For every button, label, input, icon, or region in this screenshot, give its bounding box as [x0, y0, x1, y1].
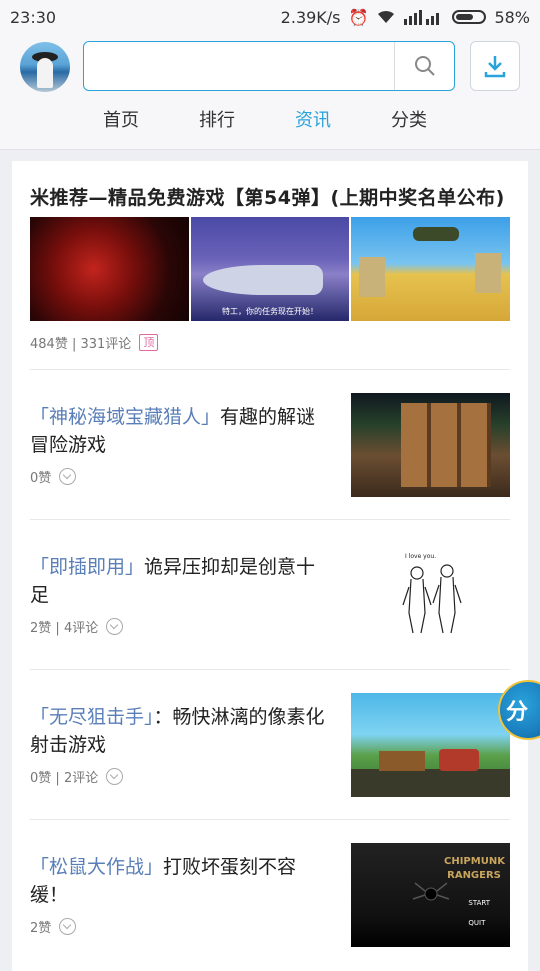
article-meta: 0赞 [30, 467, 77, 486]
download-circle-icon[interactable] [106, 618, 124, 635]
article-thumbnail[interactable] [351, 393, 510, 497]
pixel-car [439, 749, 479, 771]
tab-category[interactable]: 分类 [391, 106, 427, 132]
top-tag: 顶 [139, 334, 159, 351]
likes-count: 0赞 [30, 771, 52, 786]
article-meta: 2赞 | 4评论 [30, 617, 124, 636]
likes-count: 484赞 [30, 337, 68, 352]
crate-shape [475, 253, 502, 293]
search-input[interactable] [84, 42, 394, 90]
network-speed: 2.39K/s [280, 7, 341, 27]
download-circle-icon[interactable] [106, 768, 124, 785]
featured-images[interactable]: 特工，你的任务现在开始！ [30, 217, 511, 321]
article-thumbnail[interactable]: I love you. [351, 543, 510, 647]
search-icon [414, 56, 435, 76]
avatar-figure [37, 58, 53, 88]
comments-count: 4评论 [63, 621, 99, 636]
tab-home[interactable]: 首页 [103, 106, 139, 132]
wifi-icon [378, 10, 395, 23]
article-thumbnail[interactable]: CHIPMUNK RANGERS START QUIT [351, 843, 510, 947]
status-bar: 23:30 2.39K/s ⏰ 58% [0, 0, 540, 34]
featured-image-1 [30, 217, 189, 321]
search-button[interactable] [394, 42, 454, 90]
featured-image-2: 特工，你的任务现在开始！ [190, 217, 350, 321]
article-thumbnail[interactable] [351, 693, 510, 797]
game-logo: CHIPMUNK RANGERS [444, 856, 505, 881]
article-meta: 2赞 [30, 917, 77, 936]
download-circle-icon[interactable] [59, 468, 77, 485]
download-icon [484, 56, 506, 78]
divider [30, 819, 510, 820]
featured-title[interactable]: 米推荐—精品免费游戏【第54弹】(上期中奖名单公布) [30, 183, 505, 210]
article-title[interactable]: 「松鼠大作战」打败坏蛋刻不容缓！ [30, 853, 330, 909]
search-box [83, 41, 455, 91]
spider-icon [412, 882, 450, 901]
alarm-icon: ⏰ [348, 7, 369, 27]
divider [30, 369, 510, 370]
battery-icon [452, 10, 487, 24]
header: 首页 排行 资讯 分类 [0, 34, 540, 150]
status-time: 23:30 [10, 7, 57, 27]
pixel-vehicle [379, 751, 425, 771]
signal-icon [404, 10, 440, 25]
helicopter-shape [413, 227, 460, 241]
divider [30, 519, 510, 520]
news-list: 米推荐—精品免费游戏【第54弹】(上期中奖名单公布) 特工，你的任务现在开始！ … [12, 161, 528, 971]
puzzle-grid [401, 403, 491, 487]
nav-tabs: 首页 排行 资讯 分类 [0, 106, 540, 140]
article-meta: 0赞 | 2评论 [30, 767, 124, 786]
divider [30, 669, 510, 670]
floating-button-label: 分 [506, 700, 529, 725]
article-title[interactable]: 「即插即用」诡异压抑却是创意十足 [30, 553, 330, 609]
avatar[interactable] [20, 42, 70, 92]
featured-image-3 [351, 217, 511, 321]
boat-shape [202, 265, 323, 295]
tab-news[interactable]: 资讯 [295, 106, 331, 132]
figures-drawing [402, 564, 462, 634]
article-title[interactable]: 「无尽狙击手」：畅快淋漓的像素化射击游戏 [30, 703, 330, 759]
article-title[interactable]: 「神秘海域宝藏猎人」有趣的解谜冒险游戏 [30, 403, 330, 459]
tab-ranking[interactable]: 排行 [199, 106, 235, 132]
download-button[interactable] [470, 41, 520, 91]
comments-count: 2评论 [63, 771, 99, 786]
comments-count: 331评论 [80, 337, 132, 352]
pixel-ground [351, 769, 510, 797]
download-circle-icon[interactable] [59, 918, 77, 935]
battery-percent: 58% [494, 7, 530, 27]
crate-shape [359, 257, 386, 297]
featured-image-caption: 特工，你的任务现在开始！ [222, 307, 318, 316]
featured-meta: 484赞 | 331评论 顶 [30, 333, 159, 352]
likes-count: 0赞 [30, 471, 52, 486]
game-menu: START QUIT [468, 899, 490, 927]
likes-count: 2赞 [30, 621, 52, 636]
likes-count: 2赞 [30, 921, 52, 936]
